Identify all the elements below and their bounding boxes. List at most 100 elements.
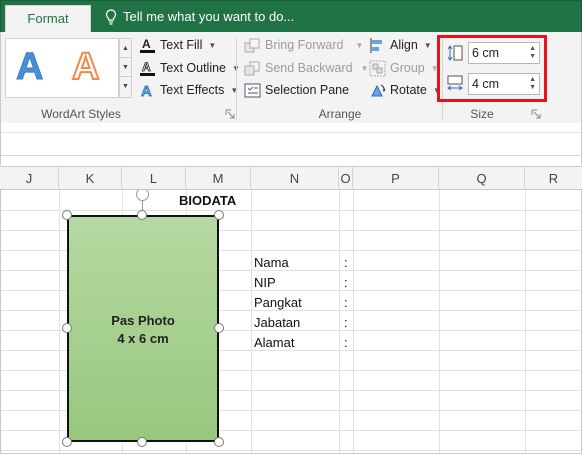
text-outline-button[interactable]: A Text Outline▼ [139,58,240,78]
group-button[interactable]: Group ▼ [369,58,439,78]
divider [1,155,581,156]
field-colon[interactable]: : [344,295,348,310]
column-header-j[interactable]: J [0,167,59,190]
resize-handle-left[interactable] [62,323,72,333]
bring-forward-icon [244,38,260,52]
gallery-up-icon[interactable]: ▲ [120,39,131,58]
grid-line [1,450,581,451]
ribbon-tab-bar: Format Tell me what you want to do... [0,0,582,33]
field-colon[interactable]: : [344,275,348,290]
ribbon: A A ▲ ▼ ▼ A Text Fill▼ A Text Outline▼ A… [0,32,582,123]
worksheet-grid[interactable]: BIODATA Nama : NIP : Pangkat : Jabatan :… [0,190,582,454]
resize-handle-bottom-right[interactable] [214,437,224,447]
group-separator [236,38,237,120]
tab-format[interactable]: Format [5,5,91,33]
shape-height-spinner[interactable]: 6 cm ▲ ▼ [468,42,540,64]
svg-text:A: A [142,60,151,74]
size-highlight-box: 6 cm ▲ ▼ 4 cm ▲ ▼ [437,35,547,102]
column-header-k[interactable]: K [59,167,122,190]
wordart-style-orange-outline[interactable]: A [71,45,100,89]
rotation-handle[interactable] [136,190,149,201]
column-header-m[interactable]: M [186,167,251,190]
biodata-title[interactable]: BIODATA [179,193,236,208]
selection-pane-icon [244,83,261,97]
wordart-style-blue[interactable]: A [15,45,43,89]
text-fill-button[interactable]: A Text Fill ▼ [139,35,216,55]
column-header-r[interactable]: R [525,167,582,190]
column-header-l[interactable]: L [122,167,186,190]
shape-height-value: 6 cm [472,46,500,60]
bring-forward-button[interactable]: Bring Forward ▼ [244,35,363,55]
field-label-pangkat[interactable]: Pangkat [254,295,302,310]
shape-width-spinner[interactable]: 4 cm ▲ ▼ [468,73,540,95]
chevron-down-icon: ▼ [230,85,239,95]
selection-pane-button[interactable]: Selection Pane [244,80,349,100]
shape-width-icon [447,75,463,91]
gallery-down-icon[interactable]: ▼ [120,58,131,77]
text-effects-label: Text Effects [160,83,225,97]
text-effects-icon: A [141,82,153,99]
field-colon[interactable]: : [344,255,348,270]
align-icon [370,37,382,53]
tell-me-search[interactable]: Tell me what you want to do... [105,1,294,33]
group-label: Group [390,61,425,75]
chevron-down-icon: ▼ [360,63,369,73]
text-fill-label: Text Fill [160,38,203,52]
size-group-label: Size [470,107,494,121]
bring-forward-label: Bring Forward [265,38,344,52]
selection-pane-label: Selection Pane [265,83,350,97]
resize-handle-bottom-left[interactable] [62,437,72,447]
column-header-p[interactable]: P [353,167,439,190]
resize-handle-top-left[interactable] [62,210,72,220]
spinner-arrows-icon[interactable]: ▲ ▼ [529,76,536,92]
dialog-launcher-icon[interactable] [225,109,235,119]
column-header-n[interactable]: N [251,167,339,190]
field-label-nama[interactable]: Nama [254,255,289,270]
tell-me-text: Tell me what you want to do... [123,9,295,24]
dialog-launcher-icon[interactable] [531,109,541,119]
field-label-nip[interactable]: NIP [254,275,276,290]
arrange-group-label: Arrange [318,107,362,121]
column-header-q[interactable]: Q [439,167,525,190]
lightbulb-icon [105,9,117,25]
svg-text:A: A [142,37,151,51]
shape-text-line1: Pas Photo [111,313,175,328]
field-label-jabatan[interactable]: Jabatan [254,315,300,330]
gallery-scroll[interactable]: ▲ ▼ ▼ [119,38,132,98]
gallery-more-icon[interactable]: ▼ [120,77,131,96]
rotate-icon [371,84,386,96]
spinner-arrows-icon[interactable]: ▲ ▼ [529,45,536,61]
wordart-styles-group-label: WordArt Styles [41,107,121,121]
grid-line [1,210,581,211]
shape-height-icon [447,45,463,61]
text-outline-icon: A [140,60,155,76]
rotate-button[interactable]: Rotate ▼ [369,80,441,100]
shape-width-value: 4 cm [472,77,500,91]
shape-text-line2: 4 x 6 cm [117,331,169,346]
rotate-label: Rotate [390,83,427,97]
resize-handle-bottom[interactable] [137,437,147,447]
chevron-down-icon: ▼ [208,40,217,50]
field-colon[interactable]: : [344,315,348,330]
send-backward-icon [244,61,260,75]
align-label: Align [390,38,418,52]
column-headers: J K L M N O P Q R [0,166,582,190]
column-header-o[interactable]: O [339,167,353,190]
chevron-down-icon: ▼ [355,40,364,50]
text-outline-label: Text Outline [160,61,227,75]
resize-handle-top-right[interactable] [214,210,224,220]
send-backward-label: Send Backward [265,61,353,75]
pas-photo-shape[interactable]: Pas Photo 4 x 6 cm [67,215,219,442]
wordart-gallery[interactable]: A A [5,38,119,98]
field-label-alamat[interactable]: Alamat [254,335,294,350]
formula-bar-area [0,123,582,165]
divider [1,132,581,133]
text-effects-button[interactable]: A Text Effects ▼ [139,80,239,100]
shape-text: Pas Photo 4 x 6 cm [69,312,217,348]
send-backward-button[interactable]: Send Backward ▼ [244,58,368,78]
align-button[interactable]: Align ▼ [369,35,432,55]
resize-handle-top[interactable] [137,210,147,220]
svg-text:A: A [141,83,152,99]
resize-handle-right[interactable] [214,323,224,333]
field-colon[interactable]: : [344,335,348,350]
